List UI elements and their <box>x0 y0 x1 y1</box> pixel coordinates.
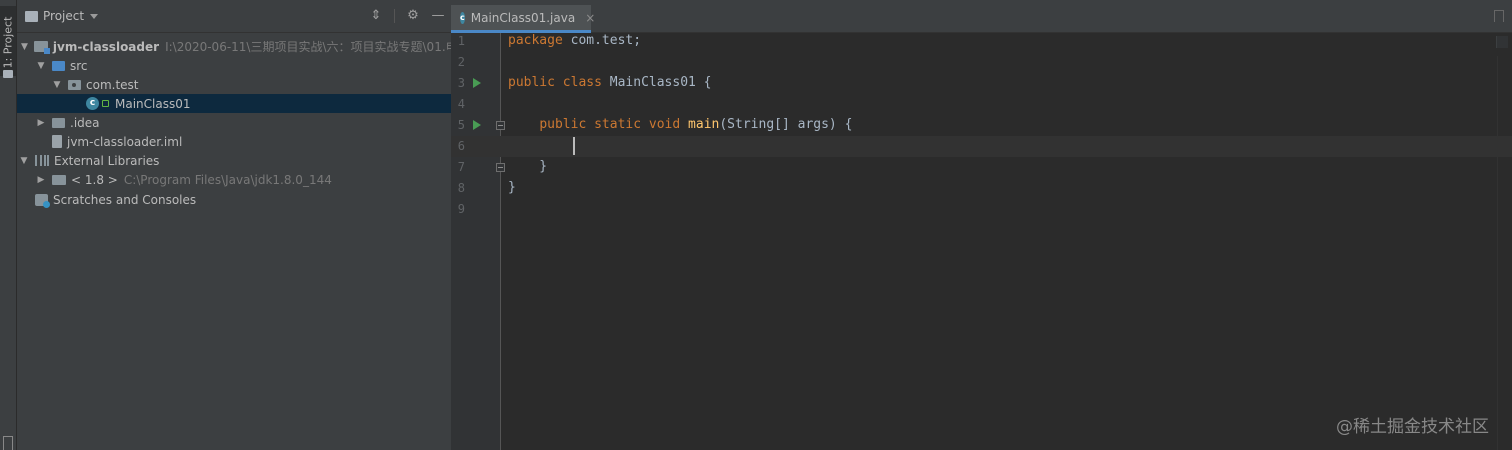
keyword: public <box>508 75 555 90</box>
tree-item-label: com.test <box>86 77 139 92</box>
run-gutter-icon[interactable] <box>473 120 481 130</box>
code-line-7: } <box>508 159 548 174</box>
code-text: com.test; <box>562 33 642 48</box>
line-number: 6 <box>457 139 465 153</box>
minimize-icon[interactable]: — <box>431 9 445 23</box>
expand-arrow-icon[interactable]: ▼ <box>52 80 62 90</box>
tab-label: MainClass01.java <box>470 10 576 25</box>
folder-icon <box>3 70 13 78</box>
keyword: void <box>648 117 681 132</box>
code-text: MainClass01 { <box>601 75 712 90</box>
tree-item-label: MainClass01 <box>115 96 191 111</box>
tree-item-label: jvm-classloader.iml <box>67 134 183 149</box>
code-line-1: package com.test; <box>508 30 641 51</box>
expand-arrow-icon[interactable]: ▼ <box>19 156 29 166</box>
current-line-highlight <box>451 136 1512 157</box>
tree-item-path: I:\2020-06-11\三期项目实战\六：项目实战专题\01.电商项目 <box>165 40 451 54</box>
folder-icon <box>52 117 65 128</box>
expand-arrow-icon[interactable]: ▼ <box>36 61 46 71</box>
tree-item-package[interactable]: ▼ com.test <box>17 75 451 94</box>
tree-item-src[interactable]: ▼ src <box>17 56 451 75</box>
line-number: 3 <box>457 76 465 90</box>
line-number: 9 <box>457 202 465 216</box>
editor-tab-bar: c MainClass01.java × <box>451 0 1512 33</box>
code-line-5: public static void main(String[] args) { <box>508 114 852 135</box>
run-gutter-icon[interactable] <box>473 78 481 88</box>
code-editor[interactable] <box>502 33 1512 450</box>
tree-item-scratches[interactable]: Scratches and Consoles <box>17 190 451 209</box>
fold-icon[interactable] <box>496 163 505 172</box>
vertical-scrollbar[interactable] <box>1497 56 1509 450</box>
tree-item-idea[interactable]: ▶ .idea <box>17 113 451 132</box>
tree-item-jdk[interactable]: ▶ < 1.8 > C:\Program Files\Java\jdk1.8.0… <box>17 170 451 189</box>
code-line-8: } <box>508 180 516 195</box>
code-line-3: public class MainClass01 { <box>508 72 712 93</box>
keyword: package <box>508 33 563 48</box>
project-panel: Project ⇕ ⚙ — ▼ jvm-classloader I:\2020-… <box>17 0 451 450</box>
project-panel-header: Project ⇕ ⚙ — <box>17 0 451 33</box>
expand-arrow-icon[interactable]: ▶ <box>36 175 46 185</box>
code-text: (String[] args) { <box>719 117 853 132</box>
keyword: static <box>594 117 642 132</box>
scratches-icon <box>35 193 50 208</box>
project-tool-tab[interactable]: 1: Project <box>0 6 16 78</box>
lock-icon <box>102 100 109 107</box>
line-number: 1 <box>457 34 465 48</box>
expand-arrow-icon[interactable]: ▶ <box>36 118 46 128</box>
tree-item-label: < 1.8 > <box>71 172 118 187</box>
line-number: 8 <box>457 181 465 195</box>
java-class-icon: c <box>460 11 465 24</box>
source-folder-icon <box>52 60 65 71</box>
close-icon[interactable]: × <box>585 11 595 25</box>
project-view-selector[interactable]: Project <box>43 9 84 23</box>
tree-item-label: jvm-classloader <box>52 39 160 54</box>
line-number: 2 <box>457 55 465 69</box>
tree-item-mainclass[interactable]: c MainClass01 <box>17 94 451 113</box>
tree-item-iml[interactable]: jvm-classloader.iml <box>17 132 451 151</box>
tree-item-external-libraries[interactable]: ▼ External Libraries <box>17 151 451 170</box>
jdk-icon <box>52 174 66 185</box>
project-icon <box>25 10 38 22</box>
text-cursor <box>573 137 575 155</box>
module-icon <box>33 41 50 54</box>
iml-file-icon <box>52 135 62 148</box>
line-number: 7 <box>457 160 465 174</box>
divider <box>394 9 395 23</box>
tree-item-label: .idea <box>70 115 100 130</box>
tab-mainclass01-java[interactable]: c MainClass01.java × <box>451 5 595 33</box>
expand-arrow-icon[interactable]: ▼ <box>21 42 28 52</box>
keyword: class <box>562 75 602 90</box>
line-number: 4 <box>457 97 465 111</box>
tree-item-label: External Libraries <box>54 153 160 168</box>
collapse-all-icon[interactable]: ⇕ <box>369 9 383 23</box>
tree-item-label: Scratches and Consoles <box>53 192 197 207</box>
gear-icon[interactable]: ⚙ <box>406 9 420 23</box>
panel-toggle-icon[interactable] <box>3 436 13 450</box>
package-icon <box>68 79 81 90</box>
tree-item-module[interactable]: ▼ jvm-classloader I:\2020-06-11\三期项目实战\六… <box>17 37 451 56</box>
tool-window-strip: 1: Project <box>0 0 17 450</box>
tree-item-path: C:\Program Files\Java\jdk1.8.0_144 <box>123 172 332 187</box>
libraries-icon <box>35 155 49 166</box>
line-number: 5 <box>457 118 465 132</box>
inspection-indicator[interactable] <box>1496 36 1508 48</box>
keyword: public <box>539 117 587 132</box>
java-class-icon: c <box>86 97 99 110</box>
tree-item-label: src <box>70 58 88 73</box>
method-name: main <box>688 117 720 132</box>
watermark: @稀土掘金技术社区 <box>1336 417 1489 437</box>
fold-icon[interactable] <box>496 121 505 130</box>
split-view-icon[interactable] <box>1494 10 1504 22</box>
project-tool-tab-label: 1: Project <box>1 16 15 69</box>
chevron-down-icon[interactable] <box>90 13 99 19</box>
